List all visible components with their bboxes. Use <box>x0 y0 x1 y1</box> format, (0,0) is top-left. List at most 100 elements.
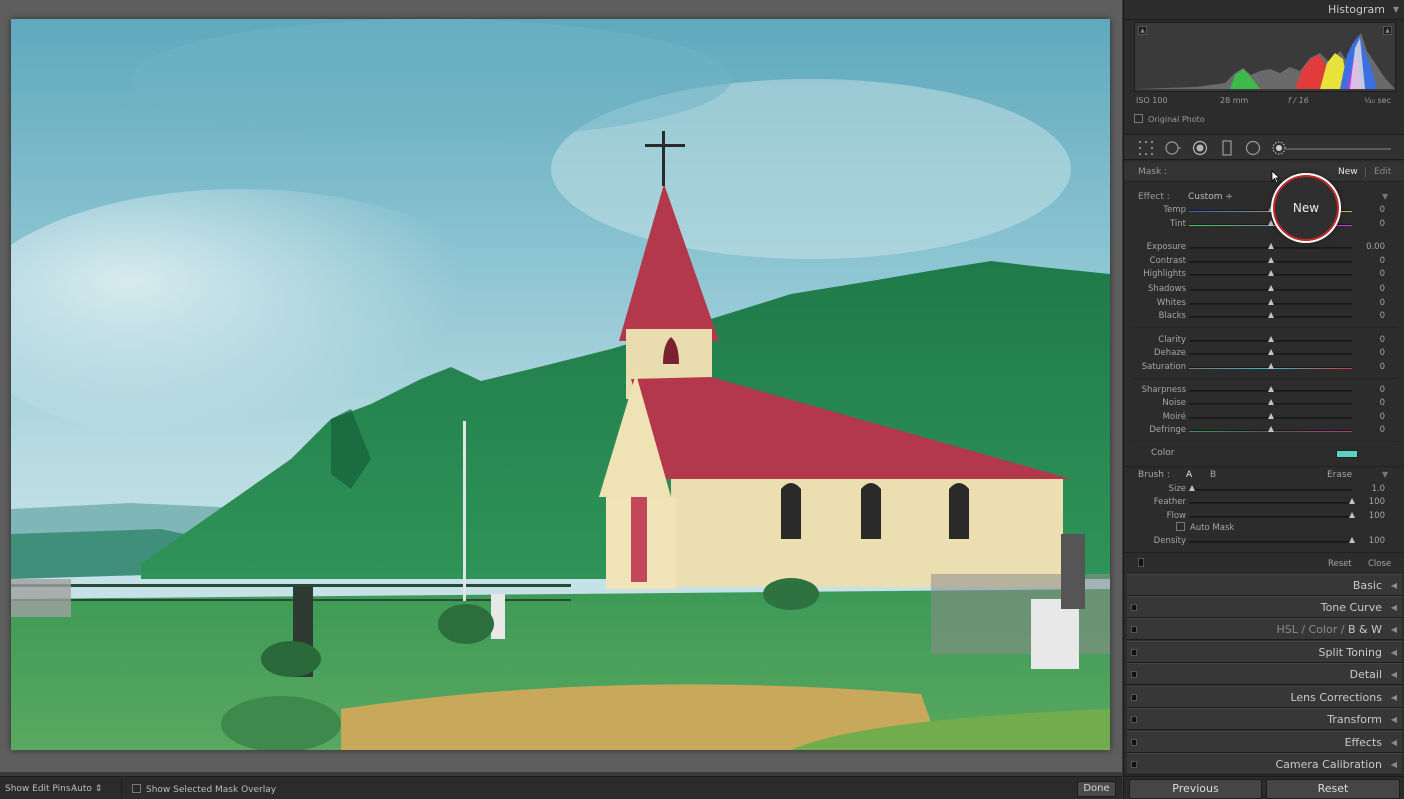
mask-color-swatch[interactable] <box>1336 450 1358 458</box>
density-slider-track[interactable] <box>1189 541 1352 543</box>
tab-bw[interactable]: B & W <box>1348 623 1382 636</box>
noise-value[interactable]: 0 <box>1380 398 1385 408</box>
defringe-slider-thumb[interactable] <box>1267 426 1274 432</box>
section-lens-corrections[interactable]: Lens Corrections ◀ <box>1127 686 1402 708</box>
graduated-filter-icon[interactable] <box>1219 140 1235 156</box>
panel-switch-icon[interactable] <box>1131 761 1137 768</box>
highlights-slider-row[interactable]: Highlights 0 <box>1124 268 1404 282</box>
noise-slider-row[interactable]: Noise 0 <box>1124 397 1404 411</box>
contrast-slider-thumb[interactable] <box>1267 257 1274 263</box>
temp-slider-row[interactable]: Temp 0 <box>1124 204 1404 218</box>
dehaze-value[interactable]: 0 <box>1380 348 1385 358</box>
image-viewport[interactable] <box>0 0 1122 772</box>
panel-switch-icon[interactable] <box>1131 694 1137 701</box>
photo-church-landscape[interactable] <box>11 19 1110 750</box>
blacks-slider-thumb[interactable] <box>1267 312 1274 318</box>
auto-mask-checkbox[interactable]: Auto Mask <box>1176 522 1234 533</box>
done-button[interactable]: Done <box>1077 781 1116 797</box>
clarity-slider-thumb[interactable] <box>1267 336 1274 342</box>
panel-switch-icon[interactable] <box>1131 649 1137 656</box>
flow-slider-row[interactable]: Flow 100 <box>1124 510 1404 524</box>
contrast-value[interactable]: 0 <box>1380 256 1385 266</box>
clarity-value[interactable]: 0 <box>1380 335 1385 345</box>
blacks-value[interactable]: 0 <box>1380 311 1385 321</box>
blacks-slider-row[interactable]: Blacks 0 <box>1124 310 1404 324</box>
shadow-clipping-icon[interactable]: ▲ <box>1138 26 1147 35</box>
tool-slider[interactable] <box>1284 148 1391 150</box>
panel-switch-icon[interactable] <box>1131 716 1137 723</box>
brush-erase-button[interactable]: Erase <box>1327 470 1352 480</box>
feather-slider-row[interactable]: Feather 100 <box>1124 496 1404 510</box>
effect-collapse-triangle-icon[interactable]: ▼ <box>1382 192 1388 201</box>
reset-button[interactable]: Reset <box>1266 779 1400 799</box>
whites-slider-row[interactable]: Whites 0 <box>1124 297 1404 311</box>
section-tone-curve[interactable]: Tone Curve ◀ <box>1127 596 1402 618</box>
radial-filter-icon[interactable] <box>1245 140 1261 156</box>
panel-close-button[interactable]: Close <box>1368 559 1391 569</box>
red-eye-icon[interactable] <box>1192 140 1208 156</box>
density-slider-thumb[interactable] <box>1349 537 1355 543</box>
section-split-toning[interactable]: Split Toning ◀ <box>1127 641 1402 663</box>
effect-preset-select[interactable]: Custom ÷ <box>1188 192 1233 202</box>
histogram-graph[interactable]: ▲ ▲ <box>1134 22 1396 92</box>
density-value[interactable]: 100 <box>1369 536 1385 546</box>
saturation-slider-thumb[interactable] <box>1267 363 1274 369</box>
section-hsl-color-bw[interactable]: HSL / Color / B & W ◀ <box>1127 618 1402 640</box>
section-detail[interactable]: Detail ◀ <box>1127 663 1402 685</box>
density-slider-row[interactable]: Density 100 <box>1124 535 1404 549</box>
noise-slider-thumb[interactable] <box>1267 399 1274 405</box>
panel-switch-icon[interactable] <box>1131 671 1137 678</box>
dehaze-slider-thumb[interactable] <box>1267 349 1274 355</box>
tint-slider-row[interactable]: Tint 0 <box>1124 218 1404 232</box>
tint-slider-thumb[interactable] <box>1267 220 1274 226</box>
defringe-slider-row[interactable]: Defringe 0 <box>1124 424 1404 438</box>
tab-color[interactable]: Color <box>1309 623 1338 636</box>
temp-value[interactable]: 0 <box>1380 205 1385 215</box>
defringe-value[interactable]: 0 <box>1380 425 1385 435</box>
exposure-value[interactable]: 0.00 <box>1366 242 1385 252</box>
contrast-slider-row[interactable]: Contrast 0 <box>1124 255 1404 269</box>
original-photo-checkbox[interactable]: Original Photo <box>1134 114 1205 124</box>
mask-new-button[interactable]: New <box>1338 167 1358 177</box>
brush-collapse-triangle-icon[interactable]: ▼ <box>1382 470 1388 479</box>
panel-switch-icon[interactable] <box>1131 626 1137 633</box>
spot-removal-icon[interactable] <box>1165 140 1181 156</box>
highlights-value[interactable]: 0 <box>1380 269 1385 279</box>
sharpness-slider-thumb[interactable] <box>1267 386 1274 392</box>
moire-slider-row[interactable]: Moiré 0 <box>1124 411 1404 425</box>
whites-value[interactable]: 0 <box>1380 298 1385 308</box>
size-slider-row[interactable]: Size 1.0 <box>1124 483 1404 497</box>
whites-slider-thumb[interactable] <box>1267 299 1274 305</box>
feather-value[interactable]: 100 <box>1369 497 1385 507</box>
size-value[interactable]: 1.0 <box>1371 484 1385 494</box>
section-camera-calibration[interactable]: Camera Calibration ◀ <box>1127 753 1402 775</box>
exposure-slider-thumb[interactable] <box>1267 243 1274 249</box>
panel-switch-icon[interactable] <box>1138 558 1144 567</box>
size-slider-track[interactable] <box>1189 489 1352 491</box>
flow-slider-track[interactable] <box>1189 516 1352 518</box>
show-mask-overlay-checkbox[interactable]: Show Selected Mask Overlay <box>132 784 276 795</box>
crop-overlay-icon[interactable] <box>1138 140 1154 156</box>
feather-slider-thumb[interactable] <box>1349 498 1355 504</box>
show-edit-pins-select[interactable]: Auto ⇕ <box>71 784 102 794</box>
sharpness-value[interactable]: 0 <box>1380 385 1385 395</box>
dehaze-slider-row[interactable]: Dehaze 0 <box>1124 347 1404 361</box>
panel-reset-button[interactable]: Reset <box>1328 559 1352 569</box>
exposure-slider-row[interactable]: Exposure 0.00 <box>1124 241 1404 255</box>
moire-slider-thumb[interactable] <box>1267 413 1274 419</box>
section-transform[interactable]: Transform ◀ <box>1127 708 1402 730</box>
shadows-slider-row[interactable]: Shadows 0 <box>1124 283 1404 297</box>
clarity-slider-row[interactable]: Clarity 0 <box>1124 334 1404 348</box>
panel-switch-icon[interactable] <box>1131 739 1137 746</box>
brush-b-button[interactable]: B <box>1210 470 1216 480</box>
size-slider-thumb[interactable] <box>1189 485 1196 491</box>
panel-switch-icon[interactable] <box>1131 604 1137 611</box>
previous-button[interactable]: Previous <box>1129 779 1262 799</box>
highlights-slider-thumb[interactable] <box>1267 270 1274 276</box>
highlight-clipping-icon[interactable]: ▲ <box>1383 26 1392 35</box>
shadows-slider-thumb[interactable] <box>1267 285 1274 291</box>
tab-hsl[interactable]: HSL <box>1276 623 1297 636</box>
tint-value[interactable]: 0 <box>1380 219 1385 229</box>
sharpness-slider-row[interactable]: Sharpness 0 <box>1124 384 1404 398</box>
flow-slider-thumb[interactable] <box>1349 512 1355 518</box>
